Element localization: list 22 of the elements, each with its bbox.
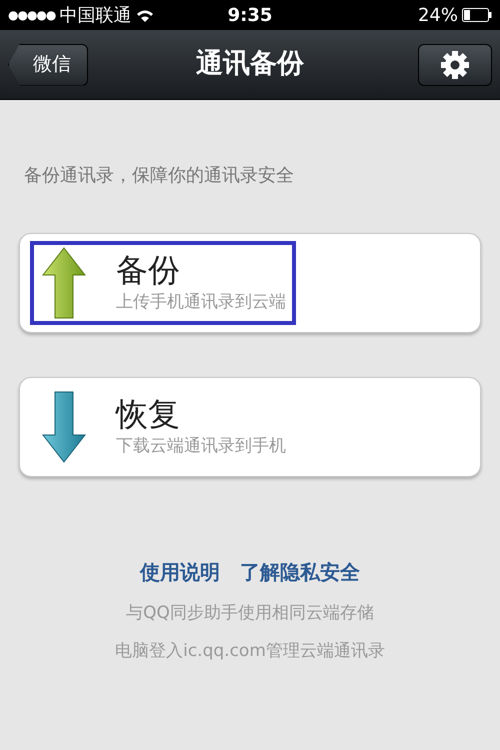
- signal-strength: ●●●●●: [8, 7, 56, 24]
- action-card[interactable]: 恢复 下载云端通讯录到手机: [19, 377, 481, 477]
- help-link[interactable]: 使用说明: [140, 557, 220, 587]
- screen-title: 通讯备份: [196, 47, 304, 82]
- clock-time: 9:35: [228, 4, 272, 28]
- footer-note: 电脑登入ic.qq.com管理云端通讯录: [115, 640, 385, 662]
- up-arrow-icon: [42, 247, 86, 319]
- action-subtitle: 下载云端通讯录到手机: [116, 435, 286, 458]
- footer-note: 与QQ同步助手使用相同云端存储: [126, 602, 374, 625]
- carrier-name: 中国联通: [59, 4, 132, 28]
- help-link[interactable]: 了解隐私安全: [240, 557, 360, 587]
- action-card[interactable]: 备份 上传手机通讯录到云端: [19, 233, 481, 333]
- action-title: 恢复: [116, 394, 181, 434]
- action-title: 备份: [116, 250, 181, 290]
- back-button[interactable]: 微信: [8, 44, 88, 86]
- settings-icon: [440, 50, 470, 80]
- intro-text: 备份通讯录，保障你的通讯录安全: [24, 164, 295, 188]
- action-subtitle: 上传手机通讯录到云端: [116, 291, 286, 314]
- battery-percent: 24%: [418, 4, 458, 28]
- battery-icon: [462, 8, 492, 22]
- settings-button[interactable]: [418, 44, 492, 86]
- down-arrow-icon: [42, 391, 86, 463]
